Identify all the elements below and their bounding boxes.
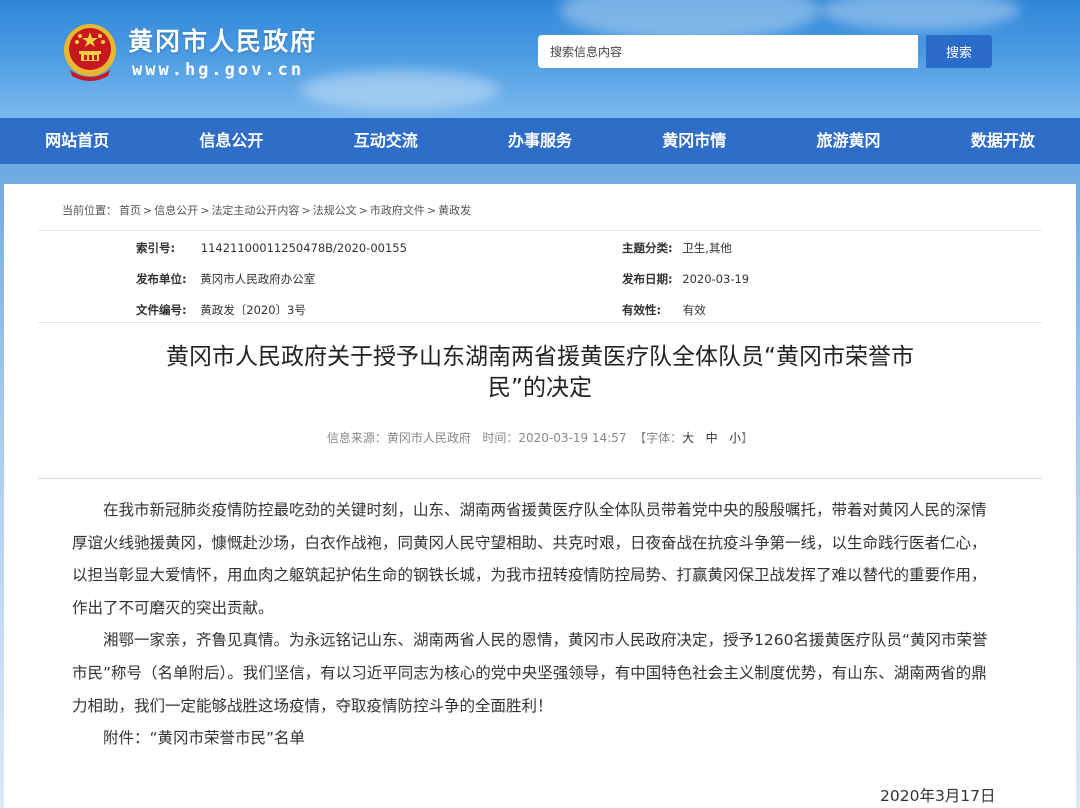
meta-topic: 主题分类: 卫生,其他 [622,240,732,256]
font-size-small[interactable]: 小 [729,431,741,445]
breadcrumb-separator: > [200,204,210,217]
source-label: 信息来源： [326,431,387,445]
article-paragraph: 湘鄂一家亲，齐鲁见真情。为永远铭记山东、湖南两省人民的恩情，黄冈市人民政府决定，… [72,631,988,715]
meta-value: 11421100011250478B/2020-00155 [200,241,407,255]
article-title: 黄冈市人民政府关于授予山东湖南两省援黄医疗队全体队员“黄冈市荣誉市 民”的决定 [80,342,1000,404]
nav-item-home[interactable]: 网站首页 [0,118,154,164]
cloud-decoration [300,70,500,110]
meta-date: 发布日期: 2020-03-19 [622,271,749,287]
meta-value: 黄政发〔2020〕3号 [200,303,306,317]
nav-item-city-info[interactable]: 黄冈市情 [617,118,771,164]
breadcrumb-item[interactable]: 市政府文件 [370,204,425,217]
header-banner: 黄冈市人民政府 www.hg.gov.cn 搜索 [0,0,1080,118]
breadcrumb: 当前位置： 首页 > 信息公开 > 法定主动公开内容 > 法规公文 > 市政府文件 > 黄政发 [62,202,473,218]
site-title[interactable]: 黄冈市人民政府 [128,22,317,58]
breadcrumb-label: 当前位置： [62,204,117,217]
article-title-line: 民”的决定 [488,375,592,401]
meta-value: 黄冈市人民政府办公室 [200,272,316,286]
cloud-decoration [560,0,820,40]
meta-label: 文件编号: [136,303,187,317]
article-date: 2020年3月17日 [880,787,996,805]
font-size-large[interactable]: 大 [682,431,694,445]
meta-label: 发布单位: [136,272,187,286]
meta-label: 索引号: [136,241,176,255]
breadcrumb-item[interactable]: 法定主动公开内容 [211,204,299,217]
nav-item-info-disclosure[interactable]: 信息公开 [154,118,308,164]
meta-value: 卫生,其他 [682,241,732,255]
breadcrumb-separator: > [301,204,311,217]
meta-value: 2020-03-19 [682,272,750,286]
divider [38,230,1042,231]
cloud-decoration [820,0,1020,30]
breadcrumb-item[interactable]: 黄政发 [438,204,471,217]
breadcrumb-separator: > [358,204,368,217]
nav-item-services[interactable]: 办事服务 [463,118,617,164]
meta-value: 有效 [682,303,706,317]
time-value: 2020-03-19 14:57 [518,431,627,445]
meta-index: 索引号: 11421100011250478B/2020-00155 [136,240,407,256]
breadcrumb-item[interactable]: 信息公开 [154,204,198,217]
source-value: 黄冈市人民政府 [386,431,471,445]
meta-validity: 有效性: 有效 [622,302,706,318]
article-title-line: 黄冈市人民政府关于授予山东湖南两省援黄医疗队全体队员“黄冈市荣誉市 [166,344,914,370]
breadcrumb-item[interactable]: 法规公文 [313,204,357,217]
article-attachment[interactable]: 附件：“黄冈市荣誉市民”名单 [72,722,1000,755]
meta-label: 有效性: [622,303,662,317]
font-size-medium[interactable]: 中 [706,431,718,445]
divider [38,478,1042,479]
meta-label: 主题分类: [622,241,673,255]
nav-item-tourism[interactable]: 旅游黄冈 [771,118,925,164]
meta-docno: 文件编号: 黄政发〔2020〕3号 [136,302,306,318]
main-nav: 网站首页 信息公开 互动交流 办事服务 黄冈市情 旅游黄冈 数据开放 [0,118,1080,164]
time-label: 时间： [482,431,519,445]
article-source-line: 信息来源：黄冈市人民政府 时间：2020-03-19 14:57 【字体：大 中… [0,429,1080,446]
article-paragraph: 在我市新冠肺炎疫情防控最吃劲的关键时刻，山东、湖南两省援黄医疗队全体队员带着党中… [72,501,987,617]
breadcrumb-separator: > [426,204,437,217]
font-size-label: 【字体： [634,431,683,445]
search-button[interactable]: 搜索 [926,35,992,68]
nav-item-open-data[interactable]: 数据开放 [926,118,1080,164]
search-bar: 搜索 [538,35,992,68]
meta-label: 发布日期: [622,272,673,286]
national-emblem-icon [64,24,116,81]
nav-item-interaction[interactable]: 互动交流 [309,118,463,164]
search-input[interactable] [538,35,918,68]
article-body: 在我市新冠肺炎疫情防控最吃劲的关键时刻，山东、湖南两省援黄医疗队全体队员带着党中… [72,494,1000,755]
site-url[interactable]: www.hg.gov.cn [132,60,304,80]
font-size-close: 】 [741,431,754,445]
divider [38,322,1042,323]
meta-publisher: 发布单位: 黄冈市人民政府办公室 [136,271,315,287]
breadcrumb-separator: > [143,204,153,217]
breadcrumb-item-home[interactable]: 首页 [119,204,141,217]
